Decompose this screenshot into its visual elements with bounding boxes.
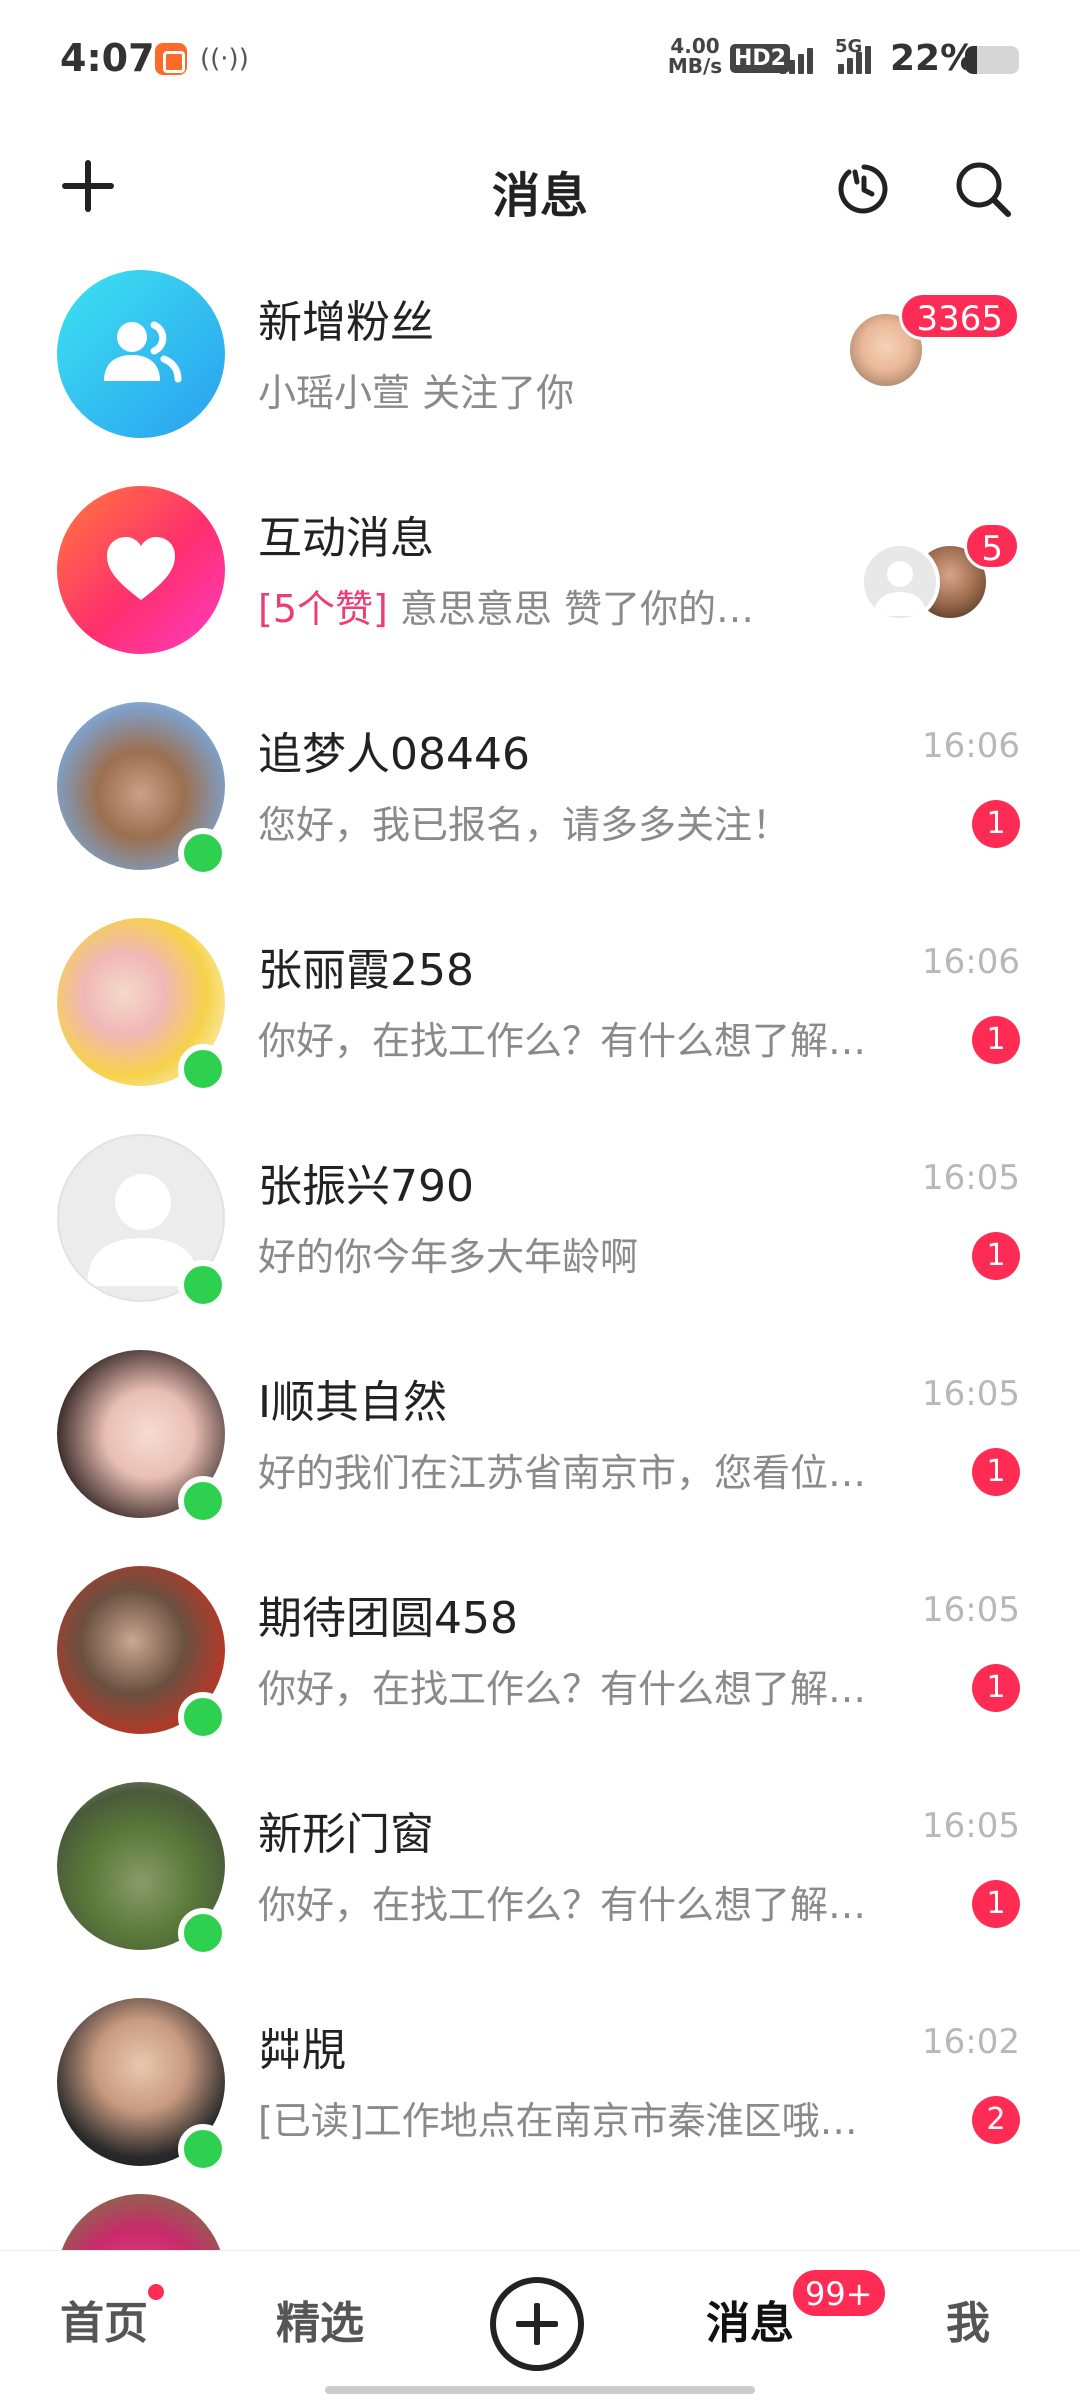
unread-badge: 1 — [972, 1016, 1020, 1064]
message-time: 16:06 — [922, 726, 1020, 766]
new-fans-row[interactable]: 新增粉丝 小瑶小萱 关注了你 3365 — [0, 250, 1080, 466]
chat-row[interactable]: 张丽霞258 你好，在找工作么？有什么想了解… 16:06 1 — [0, 898, 1080, 1114]
online-indicator — [178, 1260, 228, 1310]
search-icon[interactable] — [952, 158, 1014, 220]
tab-messages[interactable]: 消息 — [706, 2287, 794, 2351]
message-time: 16:05 — [922, 1590, 1020, 1630]
signal-icon — [780, 42, 826, 74]
row-title: 互动消息 — [258, 513, 434, 564]
create-button[interactable] — [490, 2277, 584, 2371]
heart-icon — [57, 486, 225, 654]
interactions-count-badge: 5 — [964, 522, 1020, 570]
row-subtitle: [5个赞] 意思意思 赞了你的… — [258, 587, 755, 631]
new-fans-count-badge: 3365 — [899, 292, 1020, 340]
tab-featured[interactable]: 精选 — [276, 2287, 364, 2351]
message-time: 16:06 — [922, 942, 1020, 982]
radio-icon: ((·)) — [200, 44, 249, 74]
messages-badge: 99+ — [790, 2267, 888, 2319]
header: 消息 — [0, 120, 1080, 250]
home-notification-dot — [145, 2281, 167, 2303]
message-time: 16:05 — [922, 1806, 1020, 1846]
tab-home[interactable]: 首页 — [60, 2287, 148, 2351]
chat-row[interactable]: 新形门窗 你好，在找工作么？有什么想了解… 16:05 1 — [0, 1762, 1080, 1978]
message-preview: [已读]工作地点在南京市秦淮区哦… — [258, 2099, 858, 2143]
contact-name: 新形门窗 — [258, 1809, 434, 1860]
chat-row[interactable]: 张振兴790 好的你今年多大年龄啊 16:05 1 — [0, 1114, 1080, 1330]
unread-badge: 1 — [972, 1880, 1020, 1928]
online-indicator — [178, 1908, 228, 1958]
contact-name: 张振兴790 — [258, 1161, 474, 1212]
online-indicator — [178, 828, 228, 878]
online-indicator — [178, 1692, 228, 1742]
message-preview: 你好，在找工作么？有什么想了解… — [258, 1667, 867, 1711]
chat-row[interactable]: 茻覑 [已读]工作地点在南京市秦淮区哦… 16:02 2 — [0, 1978, 1080, 2194]
chat-row-partial[interactable] — [0, 2194, 1080, 2254]
contact-name: 张丽霞258 — [258, 945, 474, 996]
home-indicator[interactable] — [325, 2386, 755, 2394]
status-time: 4:07 — [60, 36, 155, 80]
message-preview: 你好，在找工作么？有什么想了解… — [258, 1019, 867, 1063]
battery-percent: 22% — [890, 38, 977, 79]
row-subtitle: 小瑶小萱 关注了你 — [258, 371, 575, 415]
app-notification-icon — [155, 43, 187, 75]
message-time: 16:05 — [922, 1374, 1020, 1414]
chat-row[interactable]: I顺其自然 好的我们在江苏省南京市，您看位… 16:05 1 — [0, 1330, 1080, 1546]
unread-badge: 1 — [972, 1448, 1020, 1496]
contact-name: 茻覑 — [258, 2025, 346, 2076]
signal-5g-icon — [838, 42, 878, 74]
unread-badge: 1 — [972, 1232, 1020, 1280]
message-time: 16:05 — [922, 1158, 1020, 1198]
message-preview: 您好，我已报名，请多多关注！ — [258, 803, 791, 847]
contact-name: I顺其自然 — [258, 1377, 447, 1428]
chat-row[interactable]: 期待团圆458 你好，在找工作么？有什么想了解… 16:05 1 — [0, 1546, 1080, 1762]
history-icon[interactable] — [835, 160, 893, 218]
add-icon[interactable] — [60, 158, 116, 214]
online-indicator — [178, 1044, 228, 1094]
status-bar: 4:07 ((·)) 4.00 MB/s HD2 5G 22% — [0, 0, 1080, 120]
avatar — [57, 2194, 225, 2254]
likes-tag: [5个赞] — [258, 587, 388, 631]
message-preview: 好的你今年多大年龄啊 — [258, 1235, 639, 1279]
online-indicator — [178, 2124, 228, 2174]
fans-icon — [57, 270, 225, 438]
chat-row[interactable]: 追梦人08446 您好，我已报名，请多多关注！ 16:06 1 — [0, 682, 1080, 898]
tab-me[interactable]: 我 — [946, 2287, 990, 2351]
message-preview: 好的我们在江苏省南京市，您看位… — [258, 1451, 867, 1495]
bottom-tab-bar: 首页 精选 消息 99+ 我 — [0, 2250, 1080, 2400]
row-title: 新增粉丝 — [258, 297, 434, 348]
online-indicator — [178, 1476, 228, 1526]
unread-badge: 2 — [972, 2096, 1020, 2144]
unread-badge: 1 — [972, 1664, 1020, 1712]
message-time: 16:02 — [922, 2022, 1020, 2062]
battery-icon — [965, 46, 1019, 74]
contact-name: 期待团圆458 — [258, 1593, 518, 1644]
message-preview: 你好，在找工作么？有什么想了解… — [258, 1883, 867, 1927]
unread-badge: 1 — [972, 800, 1020, 848]
interactions-row[interactable]: 互动消息 [5个赞] 意思意思 赞了你的… 5 — [0, 466, 1080, 682]
page-title: 消息 — [491, 168, 588, 224]
network-speed: 4.00 MB/s — [667, 34, 723, 78]
default-avatar — [860, 542, 940, 622]
contact-name: 追梦人08446 — [258, 729, 530, 780]
